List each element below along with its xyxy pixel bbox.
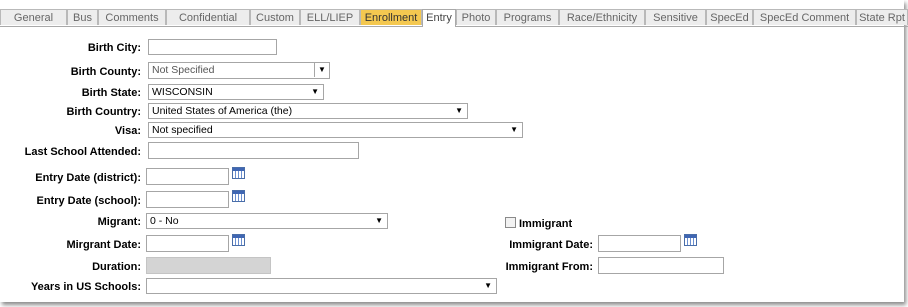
tab-speced-comment[interactable]: SpecEd Comment [753, 9, 856, 25]
tab-comments[interactable]: Comments [98, 9, 166, 25]
tab-ell-liep[interactable]: ELL/LIEP [300, 9, 360, 25]
tab-custom[interactable]: Custom [250, 9, 300, 25]
tab-photo[interactable]: Photo [456, 9, 496, 25]
calendar-icon[interactable] [232, 190, 245, 202]
visa-value: Not specified [152, 124, 213, 136]
birth-country-label: Birth Country: [66, 106, 141, 118]
immigrant-from-label: Immigrant From: [505, 261, 593, 273]
dropdown-arrow-icon: ▼ [314, 63, 329, 77]
visa-select[interactable]: Not specified ▼ [148, 122, 523, 138]
last-school-label: Last School Attended: [24, 146, 141, 158]
dropdown-arrow-icon: ▼ [484, 281, 492, 290]
migrant-date-input[interactable] [146, 235, 229, 252]
entry-date-school-input[interactable] [146, 191, 229, 208]
form-panel: General Bus Comments Confidential Custom… [0, 0, 908, 302]
birth-county-select[interactable]: Not Specified ▼ [148, 62, 330, 79]
calendar-icon[interactable] [232, 167, 245, 179]
entry-date-district-label: Entry Date (district): [35, 172, 141, 184]
tab-programs[interactable]: Programs [496, 9, 559, 25]
duration-input [146, 257, 271, 274]
birth-county-value: Not Specified [152, 64, 215, 76]
birth-state-select[interactable]: WISCONSIN ▼ [148, 84, 324, 100]
years-us-schools-label: Years in US Schools: [30, 281, 141, 293]
tab-race-ethnicity[interactable]: Race/Ethnicity [559, 9, 645, 25]
birth-country-value: United States of America (the) [152, 105, 293, 117]
tab-speced[interactable]: SpecEd [706, 9, 753, 25]
tab-enrollment[interactable]: Enrollment [360, 9, 422, 25]
birth-country-select[interactable]: United States of America (the) ▼ [148, 103, 468, 119]
tab-bus[interactable]: Bus [67, 9, 98, 25]
migrant-date-label: Mirgrant Date: [66, 239, 141, 251]
calendar-icon[interactable] [684, 234, 697, 246]
immigrant-checkbox[interactable] [505, 217, 516, 228]
entry-date-district-input[interactable] [146, 168, 229, 185]
tab-general[interactable]: General [0, 9, 67, 25]
years-us-schools-select[interactable]: ▼ [146, 278, 497, 294]
dropdown-arrow-icon: ▼ [455, 106, 463, 115]
tab-sensitive[interactable]: Sensitive [645, 9, 706, 25]
birth-county-label: Birth County: [70, 66, 141, 78]
tab-bar: General Bus Comments Confidential Custom… [0, 9, 908, 27]
tab-state-rpt[interactable]: State Rpt [856, 9, 908, 25]
migrant-value: 0 - No [150, 215, 179, 227]
immigrant-date-label: Immigrant Date: [509, 239, 593, 251]
migrant-label: Migrant: [97, 216, 141, 228]
birth-state-value: WISCONSIN [152, 86, 213, 98]
birth-city-label: Birth City: [87, 42, 141, 54]
tab-entry[interactable]: Entry [422, 9, 456, 27]
dropdown-arrow-icon: ▼ [311, 87, 319, 96]
immigrant-from-input[interactable] [598, 257, 724, 274]
calendar-icon[interactable] [232, 234, 245, 246]
dropdown-arrow-icon: ▼ [510, 125, 518, 134]
duration-label: Duration: [92, 261, 141, 273]
visa-label: Visa: [114, 125, 141, 137]
immigrant-date-input[interactable] [598, 235, 681, 252]
last-school-input[interactable] [148, 142, 359, 159]
migrant-select[interactable]: 0 - No ▼ [146, 213, 388, 229]
birth-city-input[interactable] [148, 39, 277, 55]
entry-date-school-label: Entry Date (school): [36, 195, 141, 207]
birth-state-label: Birth State: [81, 87, 141, 99]
immigrant-label: Immigrant [519, 218, 573, 230]
tab-confidential[interactable]: Confidential [166, 9, 250, 25]
dropdown-arrow-icon: ▼ [375, 216, 383, 225]
